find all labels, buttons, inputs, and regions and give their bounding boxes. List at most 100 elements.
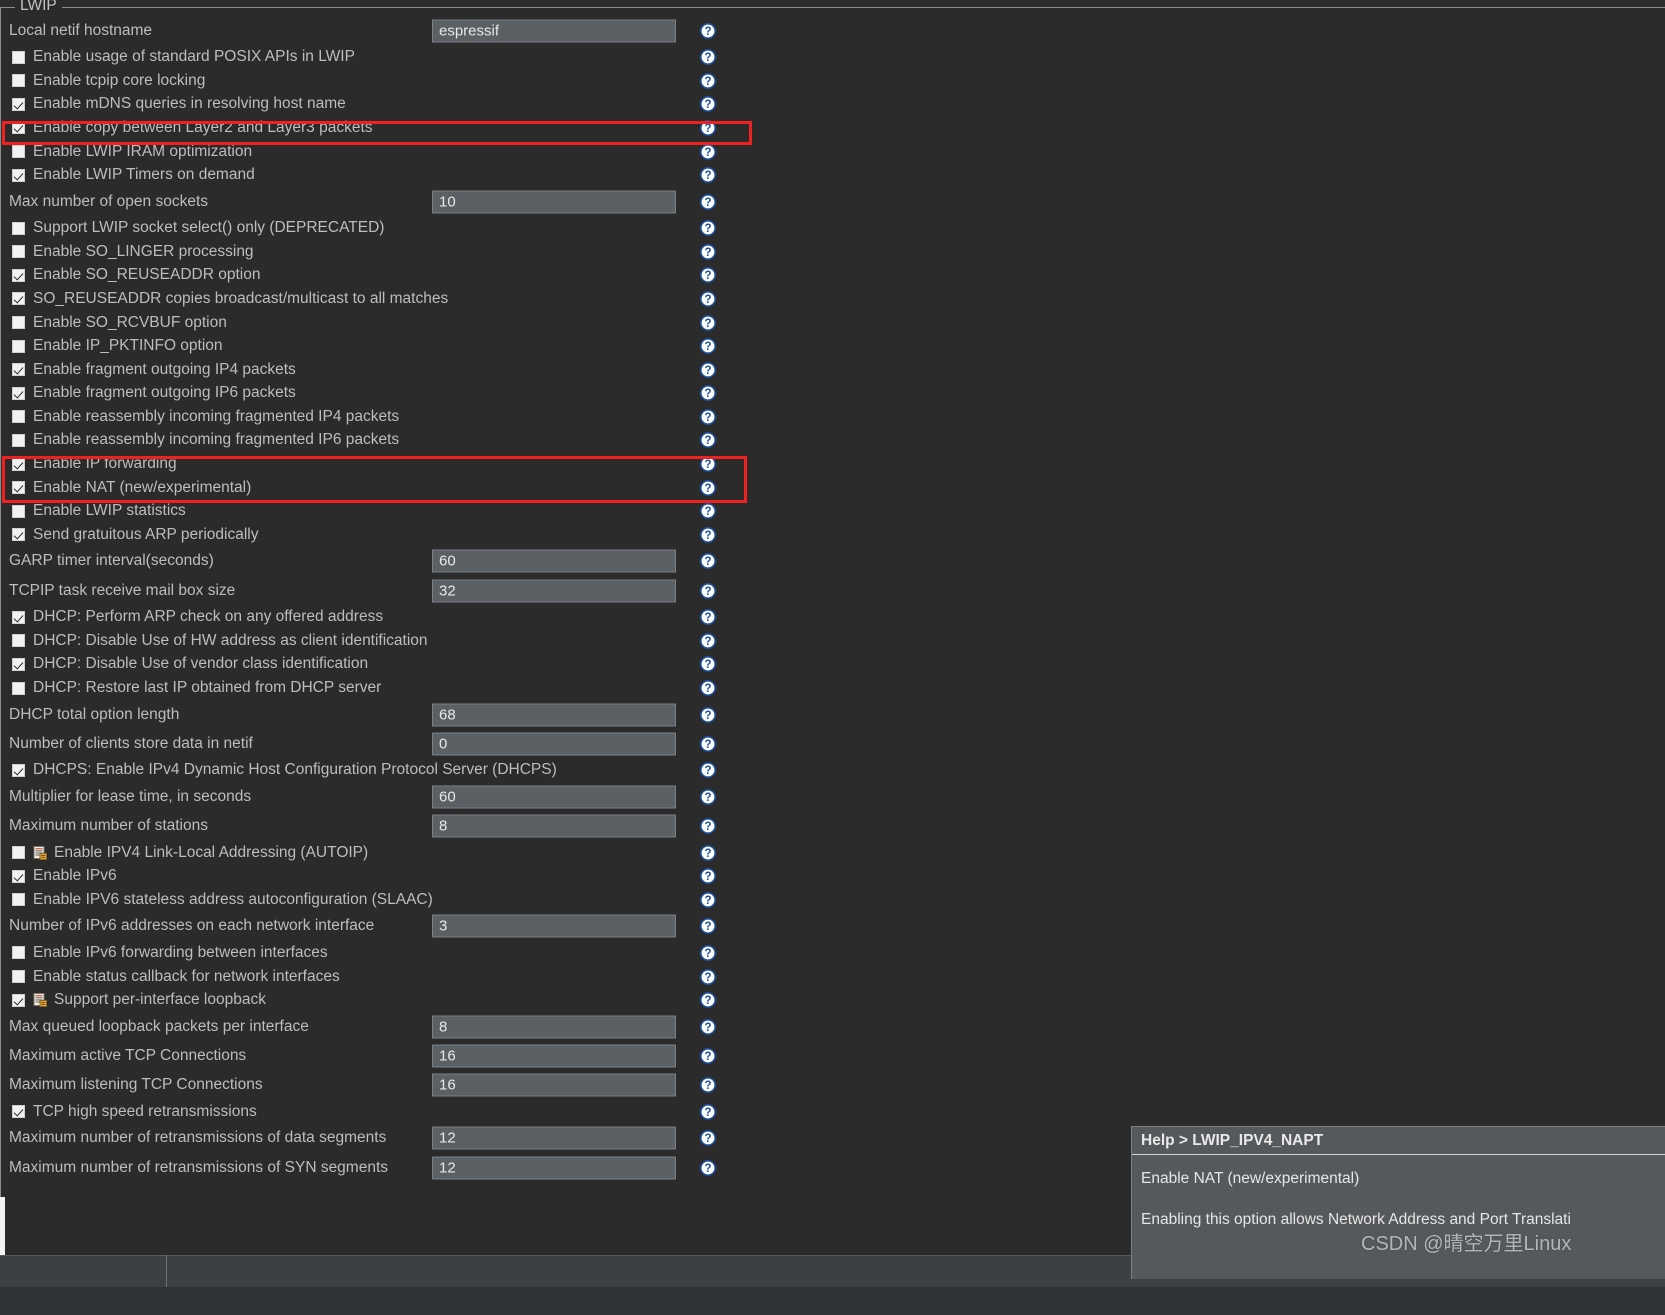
help-icon[interactable]: ? [700,944,716,961]
help-icon[interactable]: ? [700,143,716,160]
config-checkbox-row[interactable]: Enable SO_RCVBUF option? [1,311,1665,335]
help-icon[interactable]: ? [700,1018,716,1035]
help-icon[interactable]: ? [700,788,716,805]
config-checkbox-row[interactable]: Enable mDNS queries in resolving host na… [1,93,1665,117]
checkbox-checked[interactable] [12,1105,25,1119]
config-checkbox-row[interactable]: Enable fragment outgoing IP4 packets? [1,358,1665,382]
help-icon[interactable]: ? [700,706,716,723]
checkbox-checked[interactable] [12,363,25,377]
config-checkbox-row[interactable]: Send gratuitous ARP periodically? [1,523,1665,547]
config-checkbox-row[interactable]: Enable reassembly incoming fragmented IP… [1,429,1665,453]
config-value-input[interactable]: 8 [432,1015,676,1039]
config-value-row[interactable]: Maximum active TCP Connections 16? [1,1041,1665,1070]
help-icon[interactable]: ? [700,503,716,520]
config-checkbox-row[interactable]: Enable fragment outgoing IP6 packets? [1,382,1665,406]
help-icon[interactable]: ? [700,338,716,355]
help-icon[interactable]: ? [700,680,716,697]
help-icon[interactable]: ? [700,656,716,673]
config-value-input[interactable]: 12 [432,1126,676,1150]
checkbox-checked[interactable] [12,869,25,883]
config-checkbox-row[interactable]: Enable IPv6 forwarding between interface… [1,941,1665,965]
config-checkbox-row[interactable]: Enable IPV4 Link-Local Addressing (AUTOI… [1,841,1665,865]
checkbox-unchecked[interactable] [12,893,25,907]
checkbox-unchecked[interactable] [12,245,25,259]
help-icon[interactable]: ? [700,735,716,752]
config-checkbox-row[interactable]: Support per-interface loopback? [1,988,1665,1012]
config-value-input[interactable]: 12 [432,1156,676,1180]
help-icon[interactable]: ? [700,49,716,66]
config-checkbox-row[interactable]: Enable SO_LINGER processing? [1,240,1665,264]
help-icon[interactable]: ? [700,891,716,908]
config-value-row[interactable]: Number of IPv6 addresses on each network… [1,912,1665,941]
checkbox-unchecked[interactable] [12,74,25,88]
config-checkbox-row[interactable]: DHCP: Disable Use of vendor class identi… [1,653,1665,677]
checkbox-checked[interactable] [12,763,25,777]
checkbox-checked[interactable] [12,457,25,471]
help-icon[interactable]: ? [700,361,716,378]
help-icon[interactable]: ? [700,844,716,861]
config-value-input[interactable]: 60 [432,785,676,809]
help-icon[interactable]: ? [700,432,716,449]
help-icon[interactable]: ? [700,22,716,39]
checkbox-checked[interactable] [12,528,25,542]
checkbox-unchecked[interactable] [12,504,25,518]
checkbox-checked[interactable] [12,292,25,306]
config-checkbox-row[interactable]: Enable LWIP Timers on demand? [1,163,1665,187]
config-value-row[interactable]: Maximum listening TCP Connections 16? [1,1071,1665,1100]
config-checkbox-row[interactable]: Enable status callback for network inter… [1,965,1665,989]
help-icon[interactable]: ? [700,267,716,284]
checkbox-unchecked[interactable] [12,316,25,330]
config-checkbox-row[interactable]: Enable usage of standard POSIX APIs in L… [1,45,1665,69]
checkbox-unchecked[interactable] [12,433,25,447]
help-icon[interactable]: ? [700,632,716,649]
help-icon[interactable]: ? [700,526,716,543]
config-checkbox-row[interactable]: DHCPS: Enable IPv4 Dynamic Host Configur… [1,759,1665,783]
checkbox-unchecked[interactable] [12,681,25,695]
config-value-row[interactable]: TCPIP task receive mail box size 32? [1,576,1665,605]
config-checkbox-row[interactable]: DHCP: Perform ARP check on any offered a… [1,605,1665,629]
help-icon[interactable]: ? [700,456,716,473]
checkbox-checked[interactable] [12,610,25,624]
help-icon[interactable]: ? [700,479,716,496]
config-checkbox-row[interactable]: TCP high speed retransmissions? [1,1100,1665,1124]
config-value-input[interactable]: espressif [432,19,676,43]
checkbox-unchecked[interactable] [12,634,25,648]
config-checkbox-row[interactable]: Enable SO_REUSEADDR option? [1,264,1665,288]
help-icon[interactable]: ? [700,385,716,402]
config-checkbox-row[interactable]: Enable IPv6? [1,865,1665,889]
help-icon[interactable]: ? [700,992,716,1009]
help-icon[interactable]: ? [700,1048,716,1064]
checkbox-checked[interactable] [12,268,25,282]
help-icon[interactable]: ? [700,1159,716,1176]
checkbox-checked[interactable] [12,657,25,671]
help-icon[interactable]: ? [700,243,716,260]
help-icon[interactable]: ? [700,193,716,210]
config-value-input[interactable]: 8 [432,814,676,838]
config-checkbox-row[interactable]: Support LWIP socket select() only (DEPRE… [1,216,1665,240]
checkbox-unchecked[interactable] [12,145,25,159]
checkbox-checked[interactable] [12,993,25,1007]
config-checkbox-row[interactable]: DHCP: Disable Use of HW address as clien… [1,629,1665,653]
checkbox-unchecked[interactable] [12,970,25,984]
config-checkbox-row[interactable]: Enable IP forwarding? [1,452,1665,476]
help-icon[interactable]: ? [700,762,716,779]
config-value-input[interactable]: 10 [432,190,676,214]
checkbox-unchecked[interactable] [12,846,25,860]
config-value-input[interactable]: 0 [432,732,676,756]
help-icon[interactable]: ? [700,167,716,184]
help-icon[interactable]: ? [700,220,716,237]
help-icon[interactable]: ? [700,609,716,626]
checkbox-unchecked[interactable] [12,946,25,960]
config-value-row[interactable]: GARP timer interval(seconds) 60? [1,547,1665,576]
config-value-row[interactable]: Max queued loopback packets per interfac… [1,1012,1665,1041]
config-checkbox-row[interactable]: Enable reassembly incoming fragmented IP… [1,405,1665,429]
checkbox-checked[interactable] [12,121,25,135]
help-icon[interactable]: ? [700,918,716,935]
config-value-row[interactable]: DHCP total option length 68? [1,700,1665,729]
config-value-input[interactable]: 3 [432,914,676,938]
help-icon[interactable]: ? [700,818,716,835]
config-checkbox-row[interactable]: Enable tcpip core locking? [1,69,1665,93]
checkbox-unchecked[interactable] [12,410,25,424]
help-icon[interactable]: ? [700,314,716,331]
config-value-input[interactable]: 32 [432,579,676,603]
